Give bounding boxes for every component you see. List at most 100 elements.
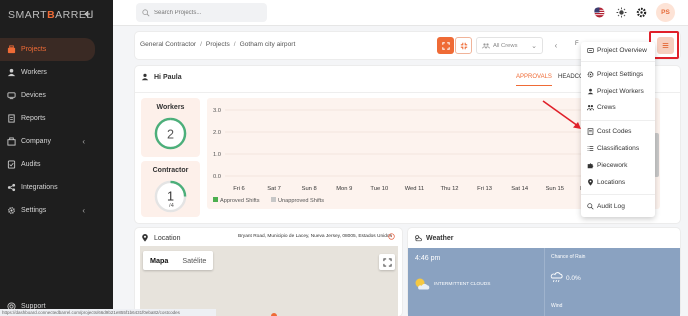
info-icon[interactable] (388, 233, 395, 240)
search-icon (142, 8, 150, 16)
tab-approvals[interactable]: APPROVALS (516, 74, 552, 86)
project-menu-dropdown: Project Overview Project Settings Projec… (581, 42, 655, 217)
sidebar-item-company[interactable]: Company ‹ (0, 130, 113, 153)
y-tick-label: 3.0 (213, 108, 221, 114)
greeting: Hi Paula (141, 73, 182, 81)
list-icon (587, 146, 594, 151)
chevron-down-icon: ⌄ (531, 42, 537, 50)
worker-icon (587, 88, 594, 95)
fullscreen-button[interactable] (379, 254, 395, 270)
sidebar-item-label: Settings (21, 207, 47, 214)
puzzle-icon (587, 163, 594, 169)
search-input[interactable] (154, 9, 264, 16)
sidebar-item-label: Workers (21, 69, 47, 76)
breadcrumb-company[interactable]: General Contractor (140, 41, 196, 48)
x-tick-label: Tue 10 (370, 186, 388, 192)
legend-label: Unapproved Shifts (278, 198, 324, 204)
search-icon (587, 203, 594, 210)
sidebar-item-integrations[interactable]: Integrations (0, 176, 113, 199)
compress-icon (460, 42, 467, 49)
view-toggle-compact-button[interactable] (455, 37, 472, 54)
view-toggle-grid-button[interactable] (437, 37, 454, 54)
gear-icon[interactable] (636, 7, 647, 18)
menu-item-project-overview[interactable]: Project Overview (587, 47, 647, 54)
menu-item-locations[interactable]: Locations (587, 179, 625, 186)
weather-current: 4:46 pm INTERMITTENT CLOUDS (408, 248, 544, 316)
sidebar-item-devices[interactable]: Devices (0, 84, 113, 107)
us-flag-icon[interactable] (594, 7, 605, 18)
rain-chance-value: 0.0% (566, 275, 581, 282)
tab-headcount[interactable]: HEADCO (558, 74, 584, 80)
x-tick-label: Sun 15 (546, 186, 564, 192)
breadcrumb: General Contractor / Projects / Gotham city … (140, 41, 296, 48)
weather-panel: 4:46 pm INTERMITTENT CLOUDS Chance of Ra… (408, 248, 680, 316)
theme-toggle-icon[interactable] (616, 7, 627, 18)
location-pin-icon (588, 179, 593, 186)
map-view[interactable]: Mapa Satélite (140, 246, 398, 316)
worker-icon (7, 68, 16, 77)
contractor-stat-title: Contractor (152, 167, 189, 174)
sidebar-item-audits[interactable]: Audits (0, 153, 113, 176)
company-icon (7, 137, 16, 146)
legend-swatch (213, 197, 218, 202)
sidebar-item-settings[interactable]: Settings ‹ (0, 199, 113, 222)
workers-stat-value: 2 (167, 127, 174, 141)
weather-details: Chance of Rain 0.0% Wind (544, 248, 680, 316)
location-card: Location Bryant Road, Municipio de Lacey… (135, 228, 402, 316)
location-pin-icon (142, 234, 148, 242)
menu-divider (581, 61, 655, 62)
x-tick-label: Fri 6 (233, 186, 245, 192)
rain-chance-label: Chance of Rain (551, 254, 586, 260)
contractor-stat-sub: /4 (169, 203, 175, 209)
menu-item-piecework[interactable]: Piecework (587, 162, 627, 169)
map-type-toggle: Mapa Satélite (143, 251, 214, 270)
app-logo[interactable]: SMARTBARREL (8, 9, 93, 21)
chevron-left-icon: ‹ (554, 41, 558, 50)
sidebar-item-workers[interactable]: Workers (0, 61, 113, 84)
contractor-progress-ring: 1 /4 (154, 180, 187, 213)
menu-item-cost-codes[interactable]: Cost Codes (587, 128, 631, 135)
menu-divider (581, 120, 655, 121)
menu-item-crews[interactable]: Crews (587, 104, 616, 111)
collapse-sidebar-icon[interactable] (84, 9, 94, 19)
audits-icon (7, 160, 16, 169)
annotation-arrow (542, 100, 581, 129)
menu-item-classifications[interactable]: Classifications (587, 145, 639, 152)
crew-icon (482, 42, 490, 48)
workers-stat-title: Workers (156, 104, 185, 111)
y-tick-label: 2.0 (213, 130, 221, 136)
weather-time: 4:46 pm (415, 255, 441, 262)
x-tick-label: Sat 7 (267, 186, 281, 192)
overview-icon (587, 48, 594, 53)
search-box[interactable] (136, 3, 267, 22)
menu-item-project-settings[interactable]: Project Settings (587, 71, 643, 78)
x-tick-label: Mon 9 (336, 186, 352, 192)
sidebar-item-reports[interactable]: Reports (0, 107, 113, 130)
date-range-label[interactable]: F (575, 41, 579, 47)
workers-progress-ring: 2 (154, 117, 187, 150)
x-tick-label: Sat 14 (511, 186, 529, 192)
previous-date-button[interactable]: ‹ (549, 37, 563, 54)
crews-select[interactable]: All Crews ⌄ (476, 37, 543, 54)
x-tick-label: Fri 13 (477, 186, 492, 192)
menu-item-audit-log[interactable]: Audit Log (587, 203, 625, 210)
contractor-stat-card: Contractor 1 /4 (141, 161, 200, 217)
chevron-left-icon: ‹ (82, 206, 85, 215)
wind-label: Wind (551, 303, 563, 309)
expand-icon (441, 41, 450, 50)
legend-label: Approved Shifts (220, 198, 260, 204)
x-tick-label: Sun 8 (302, 186, 317, 192)
map-tab-map[interactable]: Mapa (143, 251, 175, 270)
crew-icon (587, 104, 594, 111)
rain-cloud-icon (550, 272, 563, 283)
sidebar-item-label: Devices (21, 92, 46, 99)
avatar[interactable]: PS (656, 3, 675, 22)
map-tab-satellite[interactable]: Satélite (175, 251, 213, 270)
menu-item-project-workers[interactable]: Project Workers (587, 88, 644, 95)
breadcrumb-projects[interactable]: Projects (206, 41, 230, 48)
legend-swatch (271, 197, 276, 202)
gear-icon (587, 71, 594, 78)
sidebar-nav: Projects Workers Devices Reports Company… (0, 38, 113, 222)
devices-icon (7, 92, 16, 100)
sidebar-item-projects[interactable]: Projects (0, 38, 95, 61)
